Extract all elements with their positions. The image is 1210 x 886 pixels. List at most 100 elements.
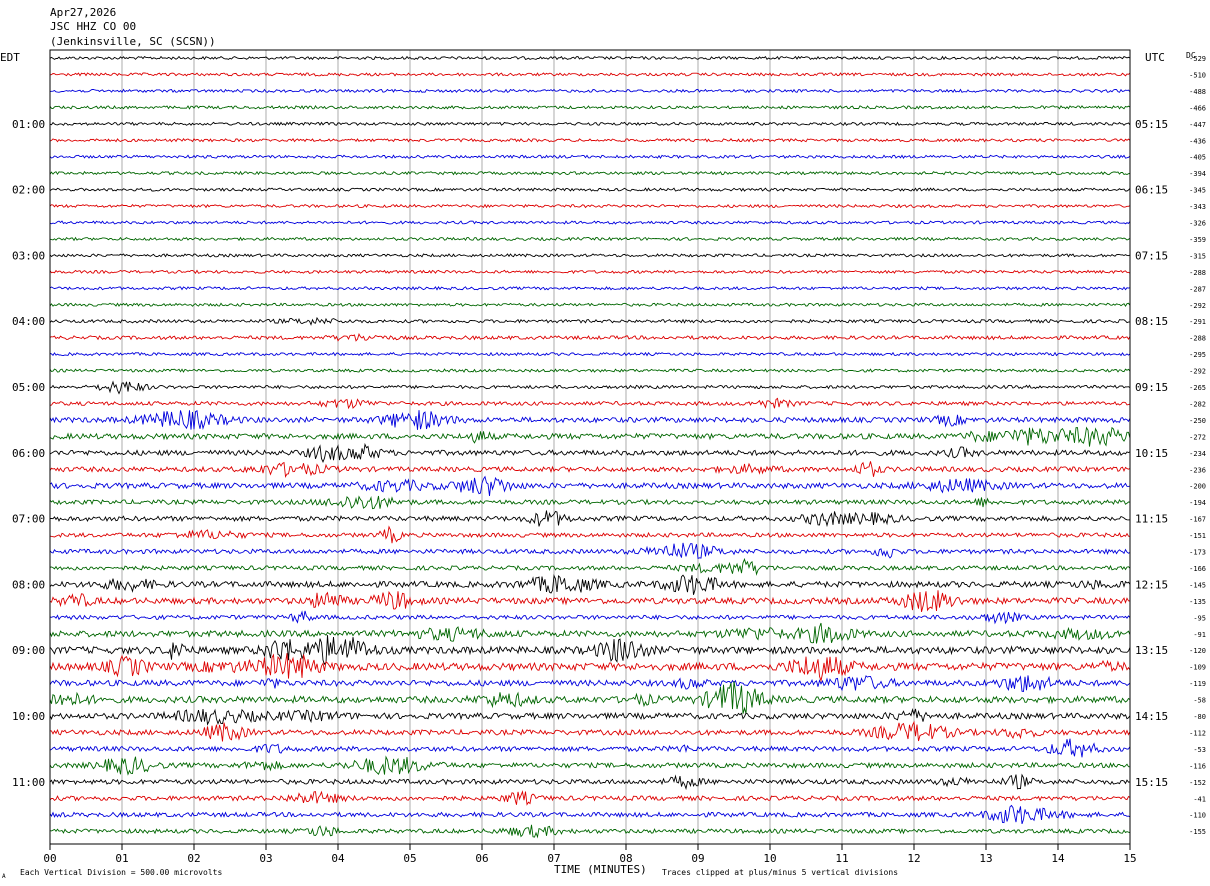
seismic-trace <box>49 635 1131 665</box>
seismic-trace <box>49 220 1131 225</box>
seismic-trace <box>49 154 1131 160</box>
utc-hour-label: 13:15 <box>1135 644 1168 657</box>
dc-offset-label: -135 <box>1189 598 1206 606</box>
seismic-trace <box>49 368 1131 373</box>
edt-hour-label: 08:00 <box>12 578 45 591</box>
seismic-trace <box>49 708 1131 726</box>
dc-offset-label: -529 <box>1189 55 1206 63</box>
dc-offset-label: -265 <box>1189 384 1206 392</box>
seismic-trace <box>49 187 1131 192</box>
seismic-trace <box>50 510 1131 528</box>
dc-offset-label: -359 <box>1189 236 1206 244</box>
dc-offset-label: -343 <box>1189 203 1206 211</box>
x-tick-label: 06 <box>475 852 488 865</box>
x-tick-label: 09 <box>691 852 704 865</box>
seismic-trace <box>49 302 1131 308</box>
dc-offset-label: -41 <box>1193 795 1206 803</box>
dc-offset-label: -315 <box>1189 252 1206 260</box>
x-tick-label: 12 <box>907 852 920 865</box>
corner-mark: A <box>2 873 6 880</box>
dc-offset-label: -112 <box>1189 729 1206 737</box>
dc-offset-label: -234 <box>1189 450 1206 458</box>
plot-frame <box>49 49 1131 845</box>
dc-offset-label: -405 <box>1189 154 1206 162</box>
dc-offset-label: -272 <box>1189 433 1206 441</box>
dc-offset-label: -152 <box>1189 779 1206 787</box>
dc-offset-label: -447 <box>1189 121 1206 129</box>
seismic-trace <box>49 790 1131 806</box>
x-tick-label: 10 <box>763 852 776 865</box>
dc-offset-label: -120 <box>1189 647 1206 655</box>
clip-note: Traces clipped at plus/minus 5 vertical … <box>662 868 898 877</box>
utc-hour-label: 07:15 <box>1135 249 1168 262</box>
seismic-trace <box>49 316 1131 326</box>
seismic-trace <box>49 681 1131 714</box>
seismic-trace <box>49 426 1131 447</box>
seismic-trace <box>49 755 1131 776</box>
seismic-trace <box>49 253 1131 258</box>
dc-offset-label: -250 <box>1189 417 1206 425</box>
dc-offset-labels: -529 -510 -488 -466 -447 -436 -405 -394 -345 -343… <box>1189 55 1206 836</box>
seismic-trace <box>49 542 1131 560</box>
utc-hour-label: 15:15 <box>1135 776 1168 789</box>
seismic-trace <box>49 622 1131 644</box>
x-axis-ticks: 00 01 02 03 04 05 06 07 08 09 10 11 12 13 14 15 <box>43 844 1137 865</box>
seismic-trace <box>49 461 1131 479</box>
seismic-trace <box>49 286 1131 291</box>
minute-grid <box>49 50 1131 844</box>
dc-offset-label: -119 <box>1189 680 1206 688</box>
dc-offset-label: -110 <box>1189 812 1206 820</box>
seismic-trace <box>49 88 1131 94</box>
dc-offset-label: -167 <box>1189 516 1206 524</box>
seismic-trace <box>49 475 1131 496</box>
seismic-trace <box>49 203 1131 209</box>
seismic-trace <box>49 610 1131 625</box>
x-tick-label: 14 <box>1051 852 1065 865</box>
utc-hour-label: 14:15 <box>1135 710 1168 723</box>
edt-hour-label: 05:00 <box>12 381 45 394</box>
dc-offset-label: -488 <box>1189 88 1206 96</box>
seismic-trace <box>49 332 1131 342</box>
dc-offset-label: -287 <box>1189 285 1206 293</box>
edt-hour-label: 03:00 <box>12 249 45 262</box>
dc-offset-label: -145 <box>1189 581 1206 589</box>
seismic-trace <box>49 495 1131 510</box>
edt-hour-label: 06:00 <box>12 447 45 460</box>
dc-offset-label: -173 <box>1189 549 1206 557</box>
dc-offset-label: -288 <box>1189 335 1206 343</box>
edt-hour-label: 02:00 <box>12 184 45 197</box>
dc-offset-label: -291 <box>1189 318 1206 326</box>
header-date: Apr27,2026 <box>50 6 116 19</box>
seismic-trace <box>49 55 1131 61</box>
dc-offset-label: -95 <box>1193 614 1206 622</box>
x-tick-label: 02 <box>187 852 200 865</box>
seismic-trace <box>49 397 1131 410</box>
dc-offset-label: -295 <box>1189 351 1206 359</box>
x-tick-label: 13 <box>979 852 992 865</box>
right-timezone-label: UTC <box>1145 51 1165 64</box>
dc-offset-label: -292 <box>1189 368 1206 376</box>
dc-offset-label: -80 <box>1193 713 1206 721</box>
utc-hour-label: 10:15 <box>1135 447 1168 460</box>
edt-hour-label: 07:00 <box>12 513 45 526</box>
dc-offset-label: -288 <box>1189 269 1206 277</box>
seismic-trace <box>49 720 1131 742</box>
dc-offset-label: -194 <box>1189 499 1206 507</box>
edt-hour-label: 11:00 <box>12 776 45 789</box>
x-tick-label: 15 <box>1123 852 1136 865</box>
dc-offset-label: -436 <box>1189 137 1206 145</box>
seismic-trace <box>49 121 1131 126</box>
utc-hour-label: 06:15 <box>1135 184 1168 197</box>
utc-hour-label: 11:15 <box>1135 513 1168 526</box>
x-tick-label: 03 <box>259 852 272 865</box>
dc-offset-label: -91 <box>1193 631 1206 639</box>
utc-hour-label: 09:15 <box>1135 381 1168 394</box>
seismic-traces <box>49 55 1131 839</box>
dc-offset-label: -155 <box>1189 828 1206 836</box>
x-tick-label: 11 <box>835 852 848 865</box>
edt-hour-labels: 01:00 02:00 03:00 04:00 05:00 06:00 07:00 08:00… <box>12 118 45 789</box>
seismic-trace <box>49 380 1131 395</box>
seismic-trace <box>49 590 1131 613</box>
x-tick-label: 01 <box>115 852 128 865</box>
utc-hour-label: 08:15 <box>1135 315 1168 328</box>
